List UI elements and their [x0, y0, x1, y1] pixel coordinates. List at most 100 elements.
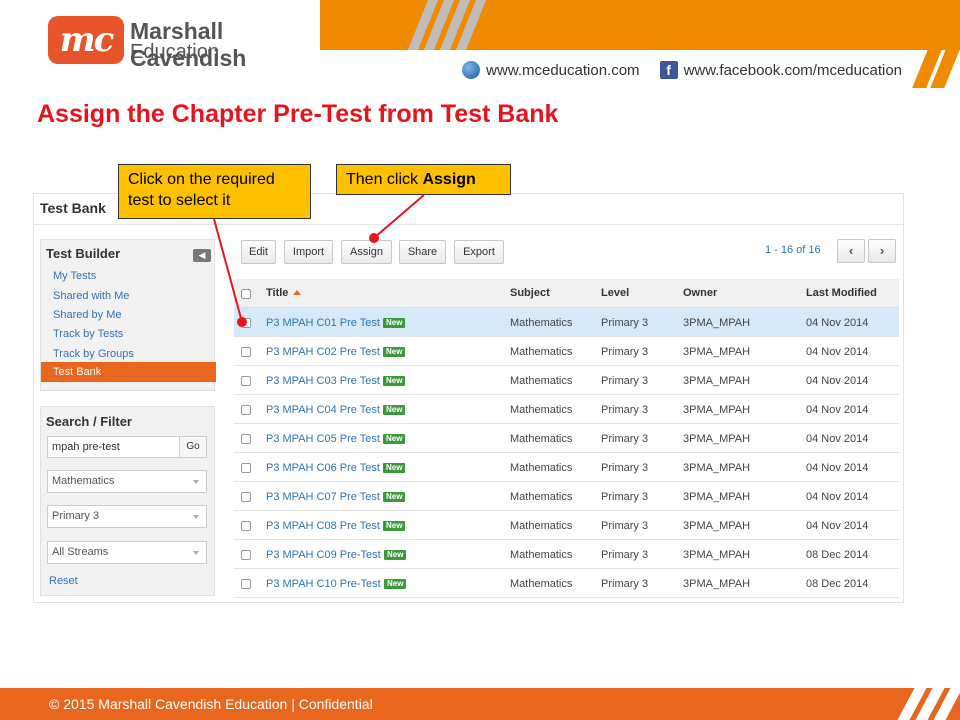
row-checkbox[interactable] [241, 347, 251, 357]
subject-cell: Mathematics [510, 462, 573, 474]
owner-cell: 3PMA_MPAH [683, 375, 751, 387]
stream-select[interactable]: All Streams [47, 541, 207, 564]
logo-area: mc Marshall Cavendish Education [0, 0, 320, 88]
column-level[interactable]: Level [601, 287, 629, 299]
sidebar-item-my-tests[interactable]: My Tests [53, 270, 96, 282]
row-checkbox[interactable] [241, 463, 251, 473]
search-input[interactable] [47, 436, 180, 458]
new-badge: New [383, 434, 406, 444]
sidebar-item-shared-with-me[interactable]: Shared with Me [53, 290, 129, 302]
test-title-link[interactable]: P3 MPAH C01 Pre Test [266, 317, 380, 329]
test-title-link[interactable]: P3 MPAH C06 Pre Test [266, 462, 380, 474]
test-title-link[interactable]: P3 MPAH C04 Pre Test [266, 404, 380, 416]
owner-cell: 3PMA_MPAH [683, 549, 751, 561]
footer-bar: © 2015 Marshall Cavendish Education | Co… [0, 688, 960, 720]
last-modified-cell: 04 Nov 2014 [806, 433, 869, 445]
level-select-value: Primary 3 [52, 510, 100, 522]
table-row[interactable]: P3 MPAH C02 Pre Test Mathematics Primary 3… [234, 337, 899, 366]
last-modified-cell: 04 Nov 2014 [806, 375, 869, 387]
assign-button[interactable]: Assign [341, 240, 392, 264]
website-text: www.mceducation.com [486, 61, 640, 79]
logo-text-line2: Education [130, 41, 219, 63]
globe-icon [462, 61, 481, 79]
row-checkbox[interactable] [241, 550, 251, 560]
level-cell: Primary 3 [601, 404, 649, 416]
row-checkbox[interactable] [241, 579, 251, 589]
row-checkbox[interactable] [241, 376, 251, 386]
last-modified-cell: 04 Nov 2014 [806, 317, 869, 329]
new-badge: New [383, 347, 406, 357]
last-modified-cell: 08 Dec 2014 [806, 578, 869, 590]
sort-ascending-icon [293, 290, 302, 295]
test-title-link[interactable]: P3 MPAH C03 Pre Test [266, 375, 380, 387]
test-title-link[interactable]: P3 MPAH C07 Pre Test [266, 491, 380, 503]
subject-select[interactable]: Mathematics [47, 470, 207, 493]
chevron-down-icon [193, 551, 199, 555]
sidebar-item-test-bank[interactable]: Test Bank [41, 362, 216, 382]
table-header: Title Subject Level Owner Last Modified [234, 279, 899, 308]
export-button[interactable]: Export [454, 240, 504, 264]
select-callout-line1: Click on the required [128, 171, 275, 188]
table-row[interactable]: P3 MPAH C03 Pre Test Mathematics Primary 3… [234, 366, 899, 395]
test-title-link[interactable]: P3 MPAH C09 Pre-Test [266, 549, 381, 561]
test-title-link[interactable]: P3 MPAH C10 Pre-Test [266, 578, 381, 590]
edit-button[interactable]: Edit [241, 240, 276, 264]
table-row[interactable]: P3 MPAH C01 Pre Test Mathematics Primary 3… [234, 308, 899, 337]
owner-cell: 3PMA_MPAH [683, 491, 751, 503]
last-modified-cell: 04 Nov 2014 [806, 491, 869, 503]
sidebar-item-track-by-groups[interactable]: Track by Groups [53, 348, 134, 360]
column-subject[interactable]: Subject [510, 287, 550, 299]
level-cell: Primary 3 [601, 462, 649, 474]
subject-select-value: Mathematics [52, 475, 115, 487]
go-button[interactable]: Go [179, 436, 207, 458]
last-modified-cell: 04 Nov 2014 [806, 462, 869, 474]
table-row[interactable]: P3 MPAH C04 Pre Test Mathematics Primary 3… [234, 395, 899, 424]
table-row[interactable]: P3 MPAH C06 Pre Test Mathematics Primary 3… [234, 453, 899, 482]
table-row[interactable]: P3 MPAH C05 Pre Test Mathematics Primary 3… [234, 424, 899, 453]
test-title-link[interactable]: P3 MPAH C05 Pre Test [266, 433, 380, 445]
search-filter-panel: Search / Filter Go Mathematics Primary 3… [40, 406, 215, 596]
sidebar-item-shared-by-me[interactable]: Shared by Me [53, 309, 121, 321]
table-row[interactable]: P3 MPAH C09 Pre-Test Mathematics Primary 3… [234, 540, 899, 569]
subject-cell: Mathematics [510, 491, 573, 503]
column-title[interactable]: Title [266, 287, 302, 299]
import-button[interactable]: Import [284, 240, 333, 264]
test-title-link[interactable]: P3 MPAH C02 Pre Test [266, 346, 380, 358]
header-web-links: www.mceducation.com f www.facebook.com/m… [462, 61, 902, 79]
table-row[interactable]: P3 MPAH C08 Pre Test Mathematics Primary 3… [234, 511, 899, 540]
level-cell: Primary 3 [601, 578, 649, 590]
last-modified-cell: 04 Nov 2014 [806, 404, 869, 416]
facebook-link[interactable]: f www.facebook.com/mceducation [659, 61, 902, 79]
last-modified-cell: 04 Nov 2014 [806, 346, 869, 358]
row-checkbox[interactable] [241, 318, 251, 328]
column-last-modified[interactable]: Last Modified [806, 287, 877, 299]
select-all-checkbox[interactable] [241, 289, 251, 299]
new-badge: New [383, 318, 406, 328]
row-checkbox[interactable] [241, 521, 251, 531]
new-badge: New [383, 463, 406, 473]
table-row[interactable]: P3 MPAH C10 Pre-Test Mathematics Primary 3… [234, 569, 899, 598]
website-link[interactable]: www.mceducation.com [462, 61, 640, 79]
column-owner[interactable]: Owner [683, 287, 717, 299]
level-cell: Primary 3 [601, 433, 649, 445]
test-title-link[interactable]: P3 MPAH C08 Pre Test [266, 520, 380, 532]
row-checkbox[interactable] [241, 405, 251, 415]
page-title: Test Bank [40, 200, 106, 216]
facebook-icon: f [659, 61, 678, 79]
row-checkbox[interactable] [241, 434, 251, 444]
pagination-text: 1 - 16 of 16 [765, 244, 821, 256]
next-page-button[interactable]: › [868, 239, 896, 263]
collapse-sidebar-icon[interactable]: ◀ [193, 249, 211, 262]
prev-page-button[interactable]: ‹ [837, 239, 865, 263]
table-row[interactable]: P3 MPAH C07 Pre Test Mathematics Primary 3… [234, 482, 899, 511]
level-select[interactable]: Primary 3 [47, 505, 207, 528]
sidebar-item-track-by-tests[interactable]: Track by Tests [53, 328, 123, 340]
reset-link[interactable]: Reset [49, 575, 78, 587]
share-button[interactable]: Share [399, 240, 446, 264]
new-badge: New [384, 579, 407, 589]
test-bank-app: Test Bank Test Builder ◀ My Tests Shared… [33, 193, 904, 603]
chevron-down-icon [193, 480, 199, 484]
owner-cell: 3PMA_MPAH [683, 520, 751, 532]
row-checkbox[interactable] [241, 492, 251, 502]
logo-mark: mc [48, 16, 124, 64]
